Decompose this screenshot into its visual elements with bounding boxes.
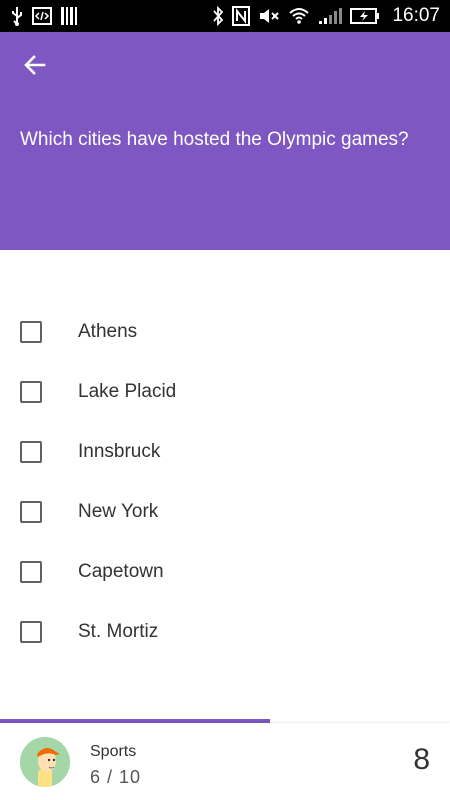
- checkbox[interactable]: [20, 501, 42, 523]
- battery-icon: [350, 6, 380, 26]
- status-left-group: [10, 6, 78, 26]
- question-text: Which cities have hosted the Olympic gam…: [20, 129, 409, 150]
- checkbox[interactable]: [20, 561, 42, 583]
- signal-icon: [318, 6, 343, 26]
- option-label: Lake Placid: [78, 381, 177, 402]
- mute-icon: [258, 6, 280, 26]
- option-new-york[interactable]: New York: [0, 482, 450, 542]
- barcode-icon: [60, 6, 78, 26]
- checkbox[interactable]: [20, 381, 42, 403]
- answer-options: Athens Lake Placid Innsbruck New York Ca…: [0, 302, 450, 662]
- option-label: New York: [78, 501, 159, 522]
- option-innsbruck[interactable]: Innsbruck: [0, 422, 450, 482]
- option-label: Innsbruck: [78, 441, 161, 462]
- bluetooth-icon: [212, 6, 224, 26]
- option-capetown[interactable]: Capetown: [0, 542, 450, 602]
- option-lake-placid[interactable]: Lake Placid: [0, 362, 450, 422]
- quiz-footer: Sports 6 / 10 8: [0, 723, 450, 800]
- question-progress-text: 6 / 10: [90, 767, 142, 787]
- option-athens[interactable]: Athens: [0, 302, 450, 362]
- checkbox[interactable]: [20, 621, 42, 643]
- status-bar: 16:07: [0, 0, 450, 32]
- player-avatar-icon: [20, 737, 70, 787]
- status-right-group: 16:07: [212, 5, 440, 27]
- usb-icon: [10, 6, 24, 26]
- option-st-mortiz[interactable]: St. Mortiz: [0, 602, 450, 662]
- nfc-icon: [232, 6, 251, 26]
- score-value: 8: [413, 743, 430, 776]
- back-button[interactable]: [18, 52, 52, 82]
- wifi-icon: [288, 6, 310, 26]
- category-label: Sports: [90, 743, 137, 760]
- status-time: 16:07: [392, 5, 440, 26]
- option-label: Athens: [78, 321, 138, 342]
- question-header: Which cities have hosted the Olympic gam…: [0, 32, 450, 250]
- checkbox[interactable]: [20, 441, 42, 463]
- checkbox[interactable]: [20, 321, 42, 343]
- option-label: St. Mortiz: [78, 621, 159, 642]
- code-icon: [32, 6, 52, 26]
- arrow-back-icon: [24, 54, 46, 81]
- option-label: Capetown: [78, 561, 164, 582]
